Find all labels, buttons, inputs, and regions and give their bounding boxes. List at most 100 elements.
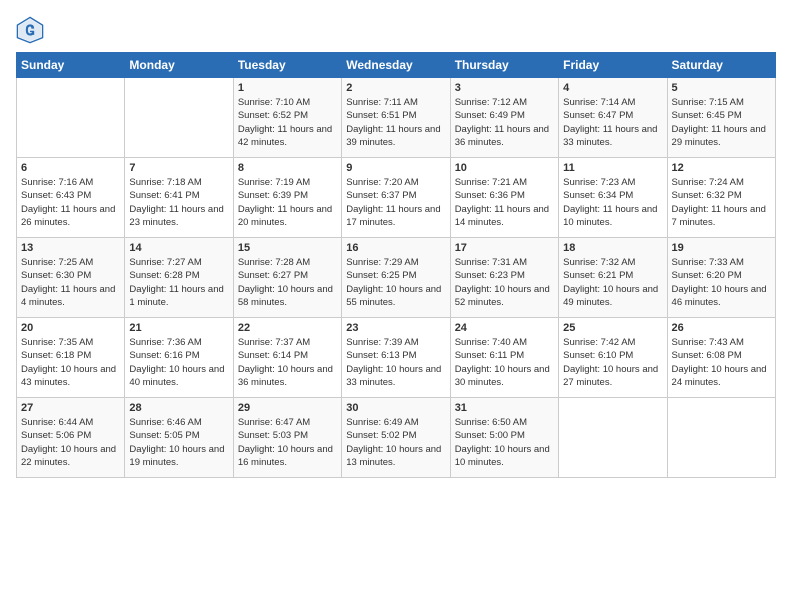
calendar-cell <box>125 78 233 158</box>
calendar-cell: 7 Sunrise: 7:18 AM Sunset: 6:41 PM Daylig… <box>125 158 233 238</box>
calendar-cell: 21 Sunrise: 7:36 AM Sunset: 6:16 PM Dayli… <box>125 318 233 398</box>
day-info: Sunrise: 7:24 AM Sunset: 6:32 PM Dayligh… <box>672 176 771 229</box>
calendar-table: SundayMondayTuesdayWednesdayThursdayFrid… <box>16 52 776 478</box>
day-info: Sunrise: 7:20 AM Sunset: 6:37 PM Dayligh… <box>346 176 445 229</box>
day-info: Sunrise: 7:27 AM Sunset: 6:28 PM Dayligh… <box>129 256 228 309</box>
calendar-week-2: 6 Sunrise: 7:16 AM Sunset: 6:43 PM Daylig… <box>17 158 776 238</box>
calendar-week-3: 13 Sunrise: 7:25 AM Sunset: 6:30 PM Dayli… <box>17 238 776 318</box>
day-number: 23 <box>346 322 445 334</box>
day-number: 7 <box>129 162 228 174</box>
calendar-cell: 29 Sunrise: 6:47 AM Sunset: 5:03 PM Dayli… <box>233 398 341 478</box>
day-number: 19 <box>672 242 771 254</box>
day-number: 22 <box>238 322 337 334</box>
day-number: 9 <box>346 162 445 174</box>
day-header-wednesday: Wednesday <box>342 53 450 78</box>
day-number: 5 <box>672 82 771 94</box>
day-info: Sunrise: 7:12 AM Sunset: 6:49 PM Dayligh… <box>455 96 554 149</box>
day-info: Sunrise: 7:37 AM Sunset: 6:14 PM Dayligh… <box>238 336 337 389</box>
logo <box>16 16 48 44</box>
day-info: Sunrise: 7:32 AM Sunset: 6:21 PM Dayligh… <box>563 256 662 309</box>
day-info: Sunrise: 7:14 AM Sunset: 6:47 PM Dayligh… <box>563 96 662 149</box>
day-info: Sunrise: 7:40 AM Sunset: 6:11 PM Dayligh… <box>455 336 554 389</box>
day-number: 8 <box>238 162 337 174</box>
day-number: 4 <box>563 82 662 94</box>
day-info: Sunrise: 7:33 AM Sunset: 6:20 PM Dayligh… <box>672 256 771 309</box>
day-info: Sunrise: 7:31 AM Sunset: 6:23 PM Dayligh… <box>455 256 554 309</box>
day-number: 21 <box>129 322 228 334</box>
day-info: Sunrise: 6:46 AM Sunset: 5:05 PM Dayligh… <box>129 416 228 469</box>
day-number: 14 <box>129 242 228 254</box>
day-number: 6 <box>21 162 120 174</box>
header-row: SundayMondayTuesdayWednesdayThursdayFrid… <box>17 53 776 78</box>
day-info: Sunrise: 7:18 AM Sunset: 6:41 PM Dayligh… <box>129 176 228 229</box>
calendar-cell: 4 Sunrise: 7:14 AM Sunset: 6:47 PM Daylig… <box>559 78 667 158</box>
calendar-cell: 18 Sunrise: 7:32 AM Sunset: 6:21 PM Dayli… <box>559 238 667 318</box>
day-info: Sunrise: 7:36 AM Sunset: 6:16 PM Dayligh… <box>129 336 228 389</box>
calendar-cell: 26Sunrise: 7:43 AM Sunset: 6:08 PM Dayli… <box>667 318 775 398</box>
calendar-cell: 12Sunrise: 7:24 AM Sunset: 6:32 PM Dayli… <box>667 158 775 238</box>
day-info: Sunrise: 6:50 AM Sunset: 5:00 PM Dayligh… <box>455 416 554 469</box>
day-number: 25 <box>563 322 662 334</box>
day-number: 1 <box>238 82 337 94</box>
calendar-cell: 30 Sunrise: 6:49 AM Sunset: 5:02 PM Dayli… <box>342 398 450 478</box>
day-header-tuesday: Tuesday <box>233 53 341 78</box>
calendar-cell: 25 Sunrise: 7:42 AM Sunset: 6:10 PM Dayli… <box>559 318 667 398</box>
day-info: Sunrise: 6:44 AM Sunset: 5:06 PM Dayligh… <box>21 416 120 469</box>
calendar-cell: 17 Sunrise: 7:31 AM Sunset: 6:23 PM Dayli… <box>450 238 558 318</box>
calendar-cell: 19 Sunrise: 7:33 AM Sunset: 6:20 PM Dayli… <box>667 238 775 318</box>
calendar-week-4: 20 Sunrise: 7:35 AM Sunset: 6:18 PM Dayli… <box>17 318 776 398</box>
day-number: 24 <box>455 322 554 334</box>
day-info: Sunrise: 7:25 AM Sunset: 6:30 PM Dayligh… <box>21 256 120 309</box>
day-header-thursday: Thursday <box>450 53 558 78</box>
calendar-cell <box>559 398 667 478</box>
calendar-cell: 13 Sunrise: 7:25 AM Sunset: 6:30 PM Dayli… <box>17 238 125 318</box>
calendar-cell: 10 Sunrise: 7:21 AM Sunset: 6:36 PM Dayli… <box>450 158 558 238</box>
calendar-cell: 14 Sunrise: 7:27 AM Sunset: 6:28 PM Dayli… <box>125 238 233 318</box>
calendar-cell: 5 Sunrise: 7:15 AM Sunset: 6:45 PM Daylig… <box>667 78 775 158</box>
day-number: 18 <box>563 242 662 254</box>
day-info: Sunrise: 7:19 AM Sunset: 6:39 PM Dayligh… <box>238 176 337 229</box>
day-header-sunday: Sunday <box>17 53 125 78</box>
calendar-cell: 20 Sunrise: 7:35 AM Sunset: 6:18 PM Dayli… <box>17 318 125 398</box>
calendar-cell <box>17 78 125 158</box>
day-number: 29 <box>238 402 337 414</box>
day-info: Sunrise: 6:47 AM Sunset: 5:03 PM Dayligh… <box>238 416 337 469</box>
day-info: Sunrise: 7:29 AM Sunset: 6:25 PM Dayligh… <box>346 256 445 309</box>
day-info: Sunrise: 7:21 AM Sunset: 6:36 PM Dayligh… <box>455 176 554 229</box>
day-header-friday: Friday <box>559 53 667 78</box>
day-number: 13 <box>21 242 120 254</box>
day-info: Sunrise: 7:23 AM Sunset: 6:34 PM Dayligh… <box>563 176 662 229</box>
day-info: Sunrise: 7:11 AM Sunset: 6:51 PM Dayligh… <box>346 96 445 149</box>
day-number: 31 <box>455 402 554 414</box>
day-number: 17 <box>455 242 554 254</box>
day-info: Sunrise: 7:35 AM Sunset: 6:18 PM Dayligh… <box>21 336 120 389</box>
day-number: 20 <box>21 322 120 334</box>
calendar-cell: 9 Sunrise: 7:20 AM Sunset: 6:37 PM Daylig… <box>342 158 450 238</box>
calendar-cell: 3 Sunrise: 7:12 AM Sunset: 6:49 PM Daylig… <box>450 78 558 158</box>
day-info: Sunrise: 7:43 AM Sunset: 6:08 PM Dayligh… <box>672 336 771 389</box>
day-header-saturday: Saturday <box>667 53 775 78</box>
calendar-cell <box>667 398 775 478</box>
logo-icon <box>16 16 44 44</box>
day-number: 16 <box>346 242 445 254</box>
day-number: 10 <box>455 162 554 174</box>
day-number: 3 <box>455 82 554 94</box>
day-info: Sunrise: 6:49 AM Sunset: 5:02 PM Dayligh… <box>346 416 445 469</box>
calendar-cell: 27 Sunrise: 6:44 AM Sunset: 5:06 PM Dayli… <box>17 398 125 478</box>
day-info: Sunrise: 7:10 AM Sunset: 6:52 PM Dayligh… <box>238 96 337 149</box>
day-number: 2 <box>346 82 445 94</box>
calendar-cell: 2 Sunrise: 7:11 AM Sunset: 6:51 PM Daylig… <box>342 78 450 158</box>
day-info: Sunrise: 7:39 AM Sunset: 6:13 PM Dayligh… <box>346 336 445 389</box>
calendar-cell: 22 Sunrise: 7:37 AM Sunset: 6:14 PM Dayli… <box>233 318 341 398</box>
calendar-cell: 31 Sunrise: 6:50 AM Sunset: 5:00 PM Dayli… <box>450 398 558 478</box>
day-header-monday: Monday <box>125 53 233 78</box>
day-number: 11 <box>563 162 662 174</box>
day-number: 30 <box>346 402 445 414</box>
day-info: Sunrise: 7:42 AM Sunset: 6:10 PM Dayligh… <box>563 336 662 389</box>
day-info: Sunrise: 7:15 AM Sunset: 6:45 PM Dayligh… <box>672 96 771 149</box>
day-number: 27 <box>21 402 120 414</box>
calendar-cell: 1 Sunrise: 7:10 AM Sunset: 6:52 PM Daylig… <box>233 78 341 158</box>
day-info: Sunrise: 7:16 AM Sunset: 6:43 PM Dayligh… <box>21 176 120 229</box>
calendar-cell: 23 Sunrise: 7:39 AM Sunset: 6:13 PM Dayli… <box>342 318 450 398</box>
calendar-cell: 15Sunrise: 7:28 AM Sunset: 6:27 PM Dayli… <box>233 238 341 318</box>
